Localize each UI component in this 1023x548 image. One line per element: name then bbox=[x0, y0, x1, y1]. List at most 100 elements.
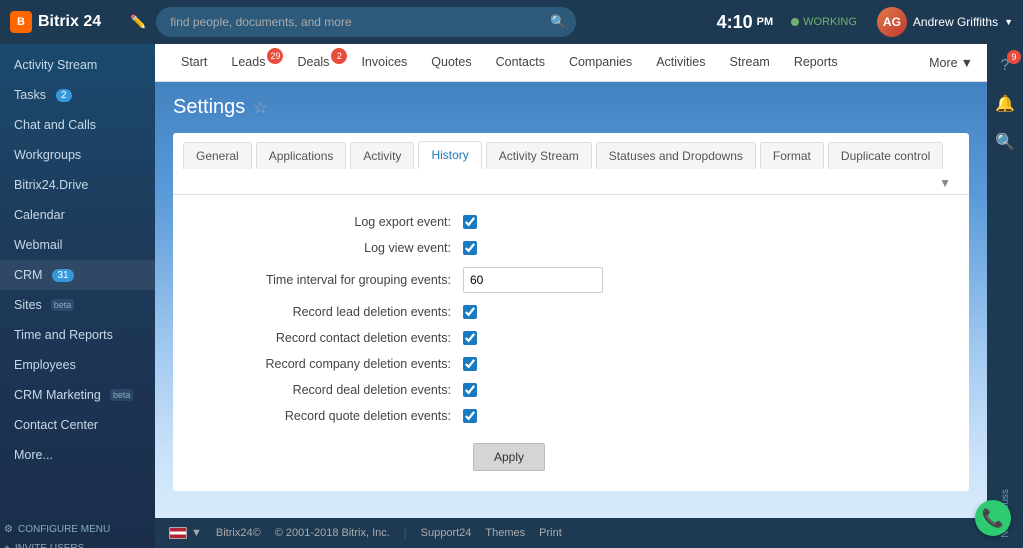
crm-nav-reports[interactable]: Reports bbox=[782, 44, 850, 81]
footer-support-link[interactable]: Support24 bbox=[421, 527, 472, 539]
tab-history-label: History bbox=[431, 148, 468, 162]
flag-icon bbox=[169, 527, 187, 539]
sidebar-item-calendar[interactable]: Calendar bbox=[0, 200, 155, 230]
sidebar-item-more[interactable]: More... bbox=[0, 440, 155, 470]
crm-nav-more[interactable]: More ▼ bbox=[929, 56, 973, 70]
record-contact-row: Record contact deletion events: bbox=[203, 331, 939, 345]
sidebar-item-sites[interactable]: Sites beta bbox=[0, 290, 155, 320]
tab-activity-stream[interactable]: Activity Stream bbox=[486, 142, 592, 169]
crm-nav-quotes[interactable]: Quotes bbox=[419, 44, 483, 81]
crm-nav-leads[interactable]: Leads 29 bbox=[219, 44, 285, 81]
search-input[interactable] bbox=[156, 7, 576, 37]
record-contact-label: Record contact deletion events: bbox=[203, 331, 463, 345]
sidebar-item-crm-marketing[interactable]: CRM Marketing beta bbox=[0, 380, 155, 410]
crm-nav: Start Leads 29 Deals 2 Invoices Quotes C… bbox=[155, 44, 987, 82]
sidebar-item-label: Time and Reports bbox=[14, 328, 113, 342]
record-deal-checkbox[interactable] bbox=[463, 383, 477, 397]
crm-nav-invoices-label: Invoices bbox=[361, 55, 407, 69]
sidebar: Activity Stream Tasks 2 Chat and Calls W… bbox=[0, 44, 155, 548]
tab-duplicate-control[interactable]: Duplicate control bbox=[828, 142, 943, 169]
tab-general[interactable]: General bbox=[183, 142, 252, 169]
settings-tabs: General Applications Activity History Ac… bbox=[173, 133, 969, 195]
sidebar-item-crm[interactable]: CRM 31 bbox=[0, 260, 155, 290]
sidebar-item-contact-center[interactable]: Contact Center bbox=[0, 410, 155, 440]
record-lead-control bbox=[463, 305, 477, 319]
help-badge: 9 bbox=[1007, 50, 1021, 64]
record-lead-checkbox[interactable] bbox=[463, 305, 477, 319]
log-view-row: Log view event: bbox=[203, 241, 939, 255]
invite-users-button[interactable]: + INVITE USERS bbox=[0, 539, 155, 548]
search-icon[interactable]: 🔍 bbox=[550, 14, 566, 30]
sidebar-item-label: Sites bbox=[14, 298, 42, 312]
help-icon[interactable]: ? 9 bbox=[991, 52, 1019, 80]
configure-menu-icon: ⚙ bbox=[4, 524, 13, 535]
sidebar-item-tasks[interactable]: Tasks 2 bbox=[0, 80, 155, 110]
crm-nav-stream[interactable]: Stream bbox=[718, 44, 782, 81]
topbar: B Bitrix 24 ✏️ 🔍 4:10PM WORKING AG Andre… bbox=[0, 0, 1023, 44]
apply-button[interactable]: Apply bbox=[473, 443, 545, 471]
sidebar-item-employees[interactable]: Employees bbox=[0, 350, 155, 380]
crm-nav-activities[interactable]: Activities bbox=[644, 44, 717, 81]
settings-card: General Applications Activity History Ac… bbox=[173, 133, 969, 491]
tab-general-label: General bbox=[196, 149, 239, 163]
crm-nav-stream-label: Stream bbox=[730, 55, 770, 69]
footer-print-link[interactable]: Print bbox=[539, 527, 562, 539]
log-view-checkbox[interactable] bbox=[463, 241, 477, 255]
record-company-checkbox[interactable] bbox=[463, 357, 477, 371]
notification-bell-icon[interactable]: 🔔 bbox=[991, 90, 1019, 118]
crm-nav-invoices[interactable]: Invoices bbox=[349, 44, 419, 81]
crm-badge: 31 bbox=[52, 269, 73, 282]
tab-activity-stream-label: Activity Stream bbox=[499, 149, 579, 163]
tab-applications[interactable]: Applications bbox=[256, 142, 347, 169]
right-panel-search-icon[interactable]: 🔍 bbox=[991, 128, 1019, 156]
language-selector[interactable]: ▼ bbox=[169, 527, 202, 539]
sidebar-item-label: Calendar bbox=[14, 208, 65, 222]
edit-icon[interactable]: ✏️ bbox=[130, 14, 146, 30]
content-area: Start Leads 29 Deals 2 Invoices Quotes C… bbox=[155, 44, 987, 548]
favorite-star-icon[interactable]: ☆ bbox=[253, 98, 267, 118]
search-bar: 🔍 bbox=[156, 7, 576, 37]
configure-menu-button[interactable]: ⚙ CONFIGURE MENU bbox=[0, 520, 155, 539]
log-export-checkbox[interactable] bbox=[463, 215, 477, 229]
tab-format[interactable]: Format bbox=[760, 142, 824, 169]
crm-nav-deals[interactable]: Deals 2 bbox=[285, 44, 349, 81]
record-lead-row: Record lead deletion events: bbox=[203, 305, 939, 319]
status-label: WORKING bbox=[803, 16, 857, 28]
crm-nav-leads-label: Leads bbox=[231, 55, 265, 69]
tabs-expand-arrow[interactable]: ▼ bbox=[931, 172, 959, 194]
sidebar-item-drive[interactable]: Bitrix24.Drive bbox=[0, 170, 155, 200]
tab-activity[interactable]: Activity bbox=[350, 142, 414, 169]
page-title: Settings bbox=[173, 96, 245, 119]
crm-nav-contacts[interactable]: Contacts bbox=[484, 44, 557, 81]
sidebar-item-chat[interactable]: Chat and Calls bbox=[0, 110, 155, 140]
crm-marketing-beta-badge: beta bbox=[110, 389, 134, 401]
sidebar-item-label: Activity Stream bbox=[14, 58, 97, 72]
record-quote-row: Record quote deletion events: bbox=[203, 409, 939, 423]
time-interval-input[interactable] bbox=[463, 267, 603, 293]
crm-nav-start[interactable]: Start bbox=[169, 44, 219, 81]
phone-fab-button[interactable]: 📞 bbox=[975, 500, 1011, 536]
app-logo[interactable]: B Bitrix 24 bbox=[10, 11, 120, 33]
sidebar-item-workgroups[interactable]: Workgroups bbox=[0, 140, 155, 170]
sidebar-item-activity-stream[interactable]: Activity Stream bbox=[0, 50, 155, 80]
record-deal-row: Record deal deletion events: bbox=[203, 383, 939, 397]
sidebar-item-label: Workgroups bbox=[14, 148, 81, 162]
record-quote-label: Record quote deletion events: bbox=[203, 409, 463, 423]
footer: ▼ Bitrix24© © 2001-2018 Bitrix, Inc. | S… bbox=[155, 518, 987, 548]
sidebar-item-webmail[interactable]: Webmail bbox=[0, 230, 155, 260]
record-quote-checkbox[interactable] bbox=[463, 409, 477, 423]
crm-nav-companies[interactable]: Companies bbox=[557, 44, 644, 81]
tab-statuses-dropdowns[interactable]: Statuses and Dropdowns bbox=[596, 142, 756, 169]
topbar-user[interactable]: AG Andrew Griffiths ▼ bbox=[877, 7, 1013, 37]
invite-users-label: INVITE USERS bbox=[15, 543, 84, 548]
page-title-row: Settings ☆ bbox=[173, 96, 969, 119]
topbar-status[interactable]: WORKING bbox=[791, 16, 857, 28]
sidebar-item-label: Employees bbox=[14, 358, 76, 372]
record-contact-checkbox[interactable] bbox=[463, 331, 477, 345]
crm-nav-more-label: More bbox=[929, 56, 957, 70]
sidebar-item-time-reports[interactable]: Time and Reports bbox=[0, 320, 155, 350]
user-name: Andrew Griffiths bbox=[913, 15, 998, 29]
footer-themes-link[interactable]: Themes bbox=[485, 527, 525, 539]
sites-beta-badge: beta bbox=[51, 299, 75, 311]
tab-history[interactable]: History bbox=[418, 141, 481, 169]
